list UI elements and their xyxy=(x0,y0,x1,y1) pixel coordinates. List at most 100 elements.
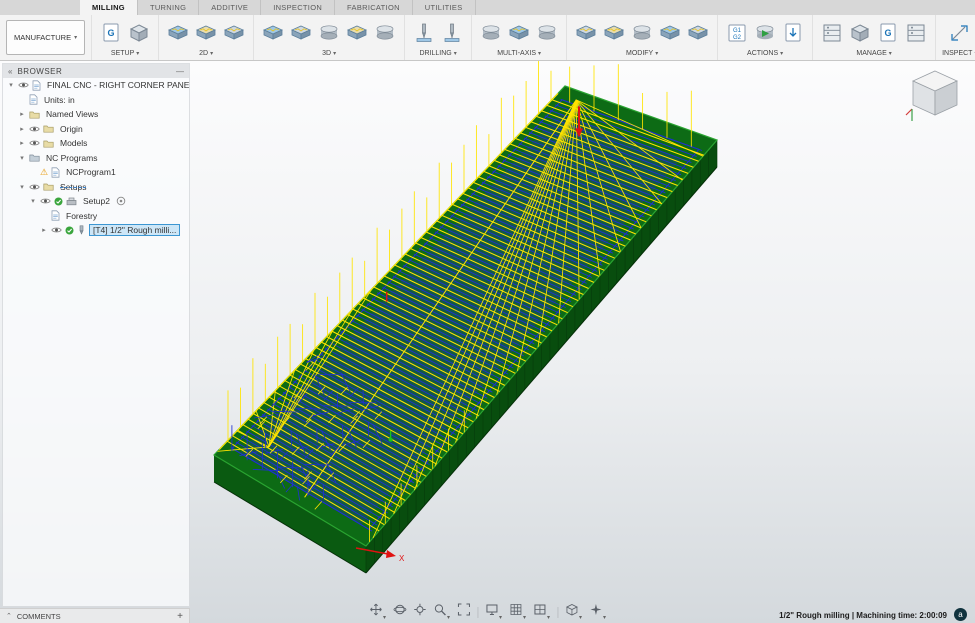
look-at-button[interactable] xyxy=(413,603,426,621)
tree-item-ncprogram1[interactable]: ⚠NCProgram1 xyxy=(3,165,189,180)
drill-icon[interactable] xyxy=(411,21,437,45)
steep-and-shallow-icon[interactable] xyxy=(316,21,342,45)
status-bar: 1/2" Rough milling | Machining time: 2:0… xyxy=(779,611,947,620)
orbit-button[interactable] xyxy=(393,603,406,621)
tree-item-root[interactable]: ▾FINAL CNC - RIGHT CORNER PANE... xyxy=(3,78,189,93)
browser-tree: ▾FINAL CNC - RIGHT CORNER PANE...Units: … xyxy=(3,78,189,238)
tab-fabrication[interactable]: FABRICATION xyxy=(335,0,413,15)
zoom-button[interactable]: ▾ xyxy=(433,603,450,621)
nav-separator xyxy=(557,607,558,618)
expander-expanded-icon[interactable]: ▾ xyxy=(18,154,26,162)
expander-expanded-icon[interactable]: ▾ xyxy=(18,183,26,191)
toolbar-group-dropdown[interactable]: SETUP▾ xyxy=(111,49,139,60)
toolbar-group-dropdown[interactable]: MANAGE▾ xyxy=(856,49,891,60)
tree-item-forestry[interactable]: Forestry xyxy=(3,209,189,224)
expander-collapsed-icon[interactable]: ▸ xyxy=(18,139,26,147)
view-cube[interactable] xyxy=(903,65,967,127)
machine-library-icon[interactable] xyxy=(847,21,873,45)
tree-item-origin[interactable]: ▸Origin xyxy=(3,122,189,137)
eye-icon[interactable] xyxy=(40,197,51,205)
tree-item-named-views[interactable]: ▸ Named Views xyxy=(3,107,189,122)
eye-icon[interactable] xyxy=(18,81,29,89)
expander-collapsed-icon[interactable]: ▸ xyxy=(18,110,26,118)
expander-collapsed-icon[interactable]: ▸ xyxy=(40,226,48,234)
machine-icon[interactable] xyxy=(126,21,152,45)
expander-collapsed-icon[interactable]: ▸ xyxy=(18,125,26,133)
templates-icon[interactable] xyxy=(903,21,929,45)
generate-icon[interactable] xyxy=(780,21,806,45)
eye-icon[interactable] xyxy=(51,226,62,234)
optimize-feed-icon[interactable] xyxy=(629,21,655,45)
edit-passes-icon[interactable] xyxy=(657,21,683,45)
machine-pattern-icon[interactable] xyxy=(685,21,711,45)
tree-item-t4-rough[interactable]: ▸ [T4] 1/2" Rough milli... xyxy=(3,223,189,238)
tab-utilities[interactable]: UTILITIES xyxy=(413,0,476,15)
toolbar-groups: G SETUP▾ 2D▾ 3D▾ DRILLING▾ MULTI-AXIS▾ MODIFY▾… xyxy=(91,15,975,60)
pocket-clearing-icon[interactable] xyxy=(288,21,314,45)
trim-toolpath-icon[interactable] xyxy=(573,21,599,45)
eye-icon[interactable] xyxy=(29,125,40,133)
tree-item-setup2[interactable]: ▾Setup2 xyxy=(3,194,189,209)
target-icon[interactable] xyxy=(116,196,126,206)
toolbar-group-dropdown[interactable]: ACTIONS▾ xyxy=(747,49,783,60)
pan-button[interactable]: ▾ xyxy=(369,603,386,621)
effects-button[interactable]: ▾ xyxy=(589,603,606,621)
swarf-icon[interactable] xyxy=(478,21,504,45)
assistant-icon[interactable]: a xyxy=(954,608,967,621)
panel-collapse-icon[interactable]: « xyxy=(8,67,12,76)
display-settings-button[interactable]: ▾ xyxy=(485,603,502,621)
tree-item-nc-programs[interactable]: ▾NC Programs xyxy=(3,151,189,166)
caret-down-icon: ▾ xyxy=(603,615,606,621)
eye-icon[interactable] xyxy=(29,139,40,147)
2d-pocket-icon[interactable] xyxy=(193,21,219,45)
browser-title: BROWSER xyxy=(17,67,171,76)
viewports-icon xyxy=(533,603,546,621)
toolbar-group-dropdown[interactable]: 2D▾ xyxy=(199,49,213,60)
flow-icon[interactable] xyxy=(534,21,560,45)
tree-item-models[interactable]: ▸Models xyxy=(3,136,189,151)
workspace-switcher-button[interactable]: MANUFACTURE ▾ xyxy=(6,20,85,55)
toolbar-group-dropdown[interactable]: MULTI-AXIS▾ xyxy=(497,49,541,60)
scallop-icon[interactable] xyxy=(372,21,398,45)
expander-expanded-icon[interactable]: ▾ xyxy=(29,197,37,205)
fit-button[interactable] xyxy=(457,603,470,621)
post-process-icon[interactable]: G1G2 xyxy=(724,21,750,45)
caret-down-icon: ▾ xyxy=(74,35,77,41)
toolbar-group-drilling: DRILLING▾ xyxy=(404,15,471,60)
tab-milling[interactable]: MILLING xyxy=(80,0,138,15)
panel-minimize-icon[interactable]: — xyxy=(176,67,184,76)
tree-item-setups[interactable]: ▾Setups xyxy=(3,180,189,195)
toolbar-group-dropdown[interactable]: 3D▾ xyxy=(322,49,336,60)
visual-style-button[interactable]: ▾ xyxy=(565,603,582,621)
tab-additive[interactable]: ADDITIVE xyxy=(199,0,261,15)
tab-turning[interactable]: TURNING xyxy=(138,0,199,15)
adaptive-clearing-icon[interactable] xyxy=(260,21,286,45)
tree-item-label: Named Views xyxy=(43,109,101,119)
2d-contour-icon[interactable] xyxy=(221,21,247,45)
simulate-icon[interactable] xyxy=(752,21,778,45)
delete-passes-icon[interactable] xyxy=(601,21,627,45)
multi-axis-contour-icon[interactable] xyxy=(506,21,532,45)
expander-expanded-icon[interactable]: ▾ xyxy=(7,81,15,89)
add-comment-icon[interactable]: + xyxy=(177,611,183,622)
tab-inspection[interactable]: INSPECTION xyxy=(261,0,335,15)
new-setup-icon[interactable]: G xyxy=(98,21,124,45)
tree-item-units[interactable]: Units: in xyxy=(3,93,189,108)
measure-icon[interactable] xyxy=(947,21,973,45)
post-library-icon[interactable]: G xyxy=(875,21,901,45)
parallel-icon[interactable] xyxy=(344,21,370,45)
eye-icon[interactable] xyxy=(29,183,40,191)
viewports-button[interactable]: ▾ xyxy=(533,603,550,621)
toolbar-group-3d: 3D▾ xyxy=(253,15,404,60)
toolbar-group-dropdown[interactable]: DRILLING▾ xyxy=(419,49,456,60)
2d-adaptive-icon[interactable] xyxy=(165,21,191,45)
tool-library-icon[interactable] xyxy=(819,21,845,45)
toolbar-group-dropdown[interactable]: MODIFY▾ xyxy=(626,49,658,60)
bore-icon[interactable] xyxy=(439,21,465,45)
tree-item-label: [T4] 1/2" Rough milli... xyxy=(89,224,180,236)
fusion-manufacture-window: MILLINGTURNINGADDITIVEINSPECTIONFABRICAT… xyxy=(0,0,975,623)
fit-icon xyxy=(457,603,470,621)
grid-and-snaps-button[interactable]: ▾ xyxy=(509,603,526,621)
comments-bar[interactable]: ⌃ COMMENTS + xyxy=(0,608,190,623)
toolbar-group-dropdown[interactable]: INSPECT▾ xyxy=(942,49,975,60)
